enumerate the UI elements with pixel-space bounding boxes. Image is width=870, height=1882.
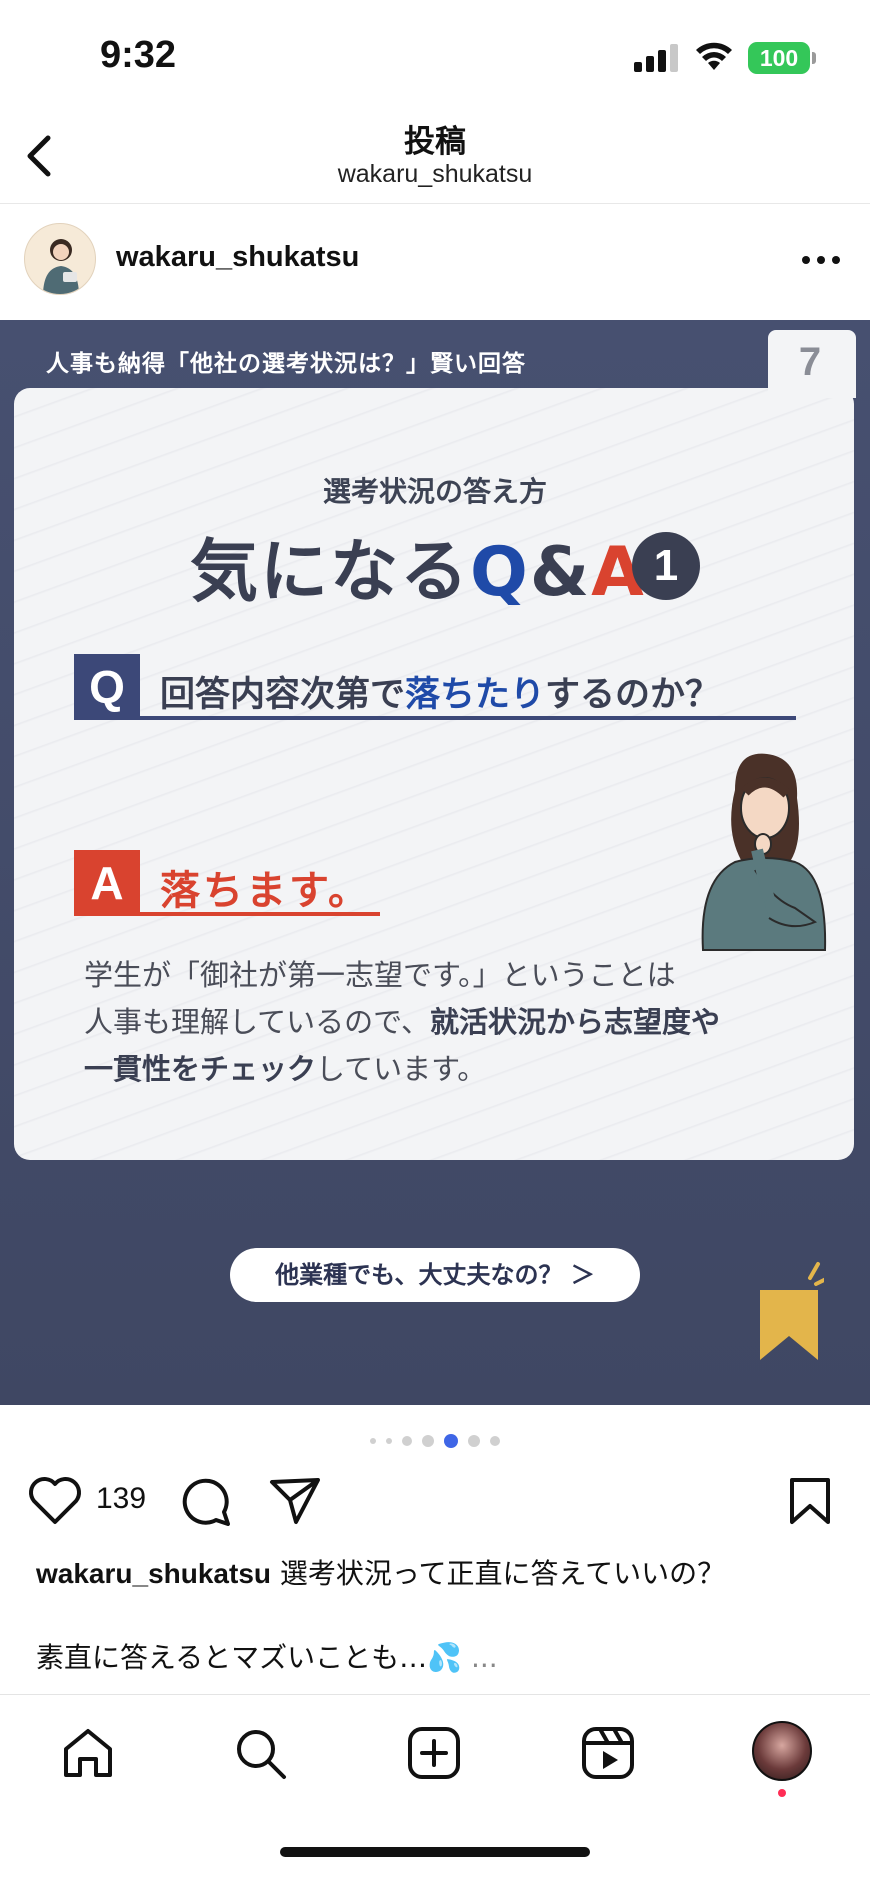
more-icon[interactable] [796,245,846,275]
carousel-dot-active [444,1433,458,1448]
carousel-dot [402,1435,412,1446]
answer-body: 学生が「御社が第一志望です。」ということは 人事も理解しているので、就活状況から… [84,952,804,1093]
answer-body-line2a: 人事も理解しているので、 [84,1005,430,1039]
comment-icon[interactable] [180,1476,232,1526]
slide-title-amp: & [529,533,592,612]
carousel-dot [386,1437,392,1444]
answer-body-line2b: 就活状況から志望度や [429,1005,720,1039]
battery-indicator: 100 [748,42,810,74]
question-badge: Q [74,654,140,720]
bottom-navigation [0,1694,870,1882]
question-text-2: するのか？ [545,675,721,715]
avatar-illustration [43,239,79,294]
slide-title-q: Q [470,533,530,612]
carousel-dot [490,1435,500,1446]
post-actions: 139 [0,1470,870,1530]
post-slide-image[interactable]: 人事も納得「他社の選考状況は？」賢い回答 7 選考状況の答え方 気になるQ&A … [0,320,870,1405]
carousel-dot [422,1434,434,1447]
bookmark-icon[interactable] [788,1476,832,1526]
post-caption-line2: 素直に答えるとマズいことも…💦 ... [36,1636,498,1676]
heart-icon[interactable] [28,1476,82,1526]
notification-dot [778,1789,786,1797]
slide-title-number: 1 [632,532,700,600]
add-icon[interactable] [406,1725,462,1781]
slide-title: 気になるQ&A [190,516,646,615]
caption-text: 選考状況って正直に答えていいの？ [279,1557,726,1590]
thinking-woman-illustration [701,753,827,951]
like-count[interactable]: 139 [96,1482,146,1516]
slide-page-number: 7 [798,340,822,384]
slide-subtitle: 選考状況の答え方 [322,475,547,508]
home-icon[interactable] [60,1725,116,1781]
caption-line2-text: 素直に答えるとマズいことも…💦 [36,1641,463,1674]
answer-body-line3b: しています。 [316,1052,487,1086]
page-header: 投稿 wakaru_shukatsu [0,110,870,204]
signal-icon [634,44,678,72]
caption-more-link[interactable]: ... [471,1641,498,1674]
battery-tip [812,52,816,64]
reels-icon[interactable] [580,1725,636,1781]
next-topic-button: 他業種でも、大丈夫なの？ ＞ [230,1248,640,1302]
answer-badge: A [74,850,140,916]
slide-title-main: 気になる [190,533,471,612]
profile-avatar[interactable] [752,1721,812,1781]
status-bar: 9:32 100 [0,0,870,110]
carousel-dot [370,1437,376,1444]
answer-text: 落ちます。 [160,868,371,914]
page-subtitle: wakaru_shukatsu [337,160,533,188]
question-text-1: 回答内容次第で [160,675,406,715]
answer-body-line3a: 一貫性をチェック [84,1052,317,1086]
question-text-emphasis: 落ちたり [405,675,546,715]
home-indicator [280,1847,590,1857]
answer-body-line2: 人事も理解しているので、就活状況から志望度や [84,999,804,1046]
question-text: 回答内容次第で落ちたりするのか？ [160,666,720,717]
carousel-dots [0,1430,870,1448]
post-header: wakaru_shukatsu [0,205,870,320]
search-icon[interactable] [232,1725,288,1781]
page-title: 投稿 [404,124,466,160]
carousel-dot [468,1434,480,1447]
bookmark-decoration-icon [760,1262,824,1360]
share-icon[interactable] [268,1474,322,1526]
post-username[interactable]: wakaru_shukatsu [116,241,359,274]
avatar[interactable] [24,223,96,295]
caption-username[interactable]: wakaru_shukatsu [36,1558,271,1589]
answer-body-line3: 一貫性をチェックしています。 [84,1046,804,1093]
status-time: 9:32 [100,34,177,76]
wifi-icon [696,42,732,70]
post-caption: wakaru_shukatsu 選考状況って正直に答えていいの？ [36,1552,725,1592]
slide-top-banner: 人事も納得「他社の選考状況は？」賢い回答 [46,351,526,377]
answer-body-line1: 学生が「御社が第一志望です。」ということは [84,958,676,992]
